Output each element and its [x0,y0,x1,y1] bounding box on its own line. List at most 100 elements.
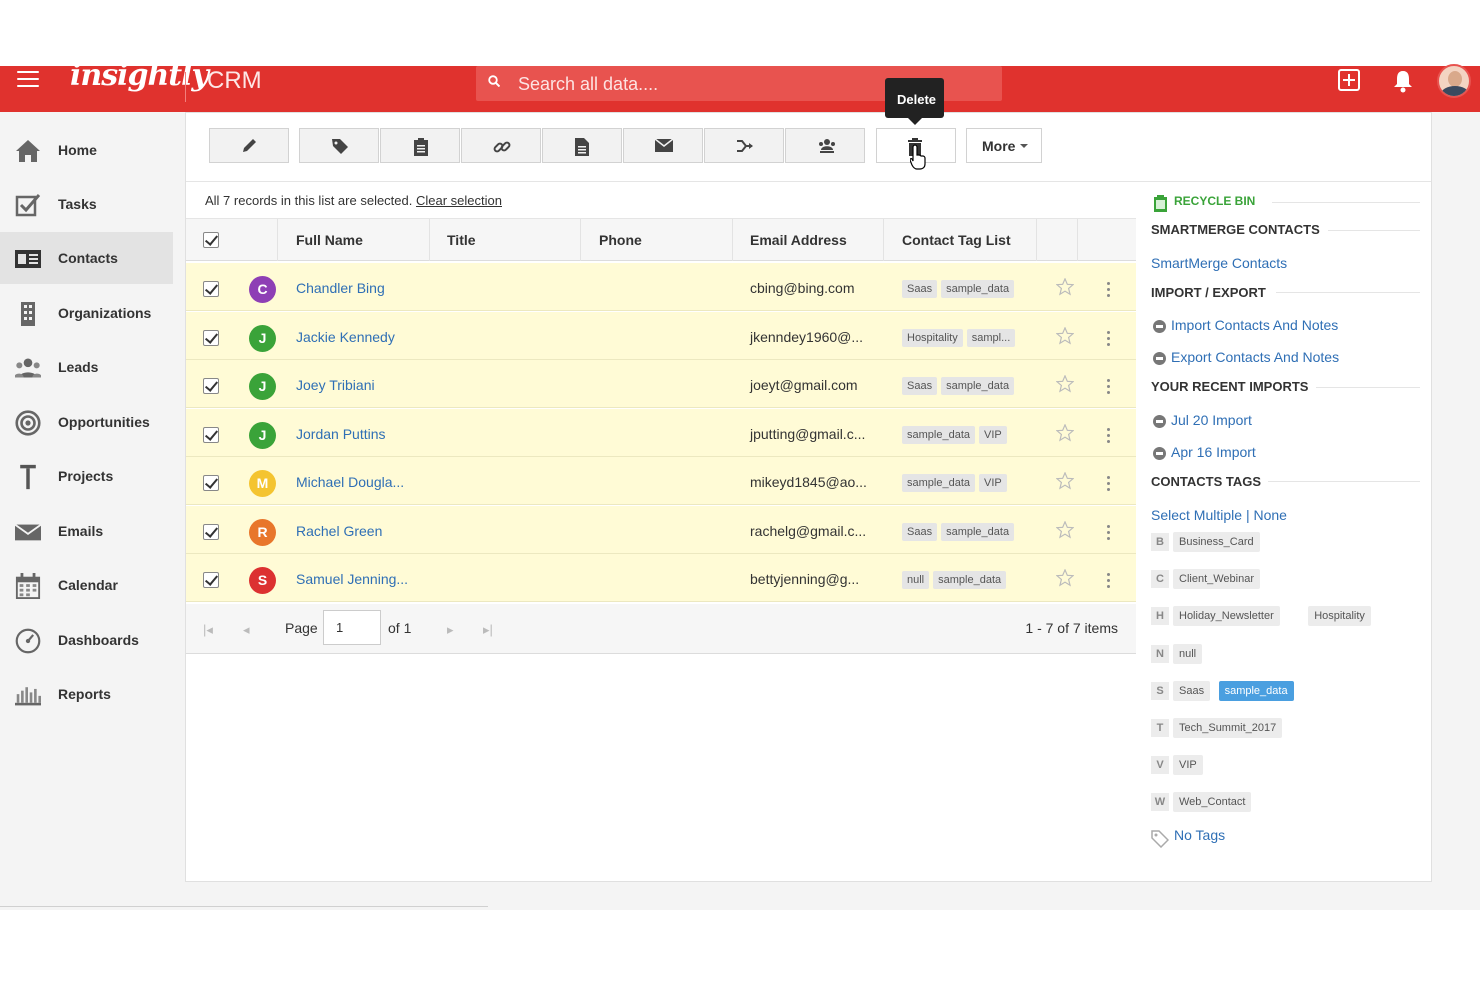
sidebar-item-dashboards[interactable]: Dashboards [0,614,173,666]
row-checkbox[interactable] [203,572,219,588]
sidebar-item-opportunities[interactable]: Opportunities [0,396,173,448]
row-checkbox[interactable] [203,426,219,443]
column-header-full-name[interactable]: Full Name [296,232,363,248]
group-button[interactable] [785,128,865,163]
star-icon[interactable] [1056,375,1074,393]
star-icon[interactable] [1056,278,1074,296]
filter-tag[interactable]: VIP [1173,755,1203,776]
table-row[interactable]: M Michael Dougla... mikeyd1845@ao... sample… [186,457,1136,505]
contact-tag[interactable]: Hospitality [902,328,963,347]
contact-tag[interactable]: sampl... [966,328,1016,347]
contact-tag[interactable]: null [902,571,930,589]
edit-button[interactable] [209,128,289,163]
contact-tag[interactable]: sample_data [933,571,1007,589]
contact-name-link[interactable]: Joey Tribiani [296,377,375,393]
table-row[interactable]: C Chandler Bing cbing@bing.com Saas sample_d… [186,263,1136,311]
insightly-logo[interactable]: insightly [70,58,209,93]
prev-page-icon[interactable]: ◂ [243,622,250,638]
row-checkbox[interactable] [203,329,219,346]
more-dropdown-button[interactable]: More [966,128,1042,163]
column-header-tags[interactable]: Contact Tag List [902,232,1011,248]
recent-import-jul20-link[interactable]: Jul 20 Import [1171,412,1252,428]
row-menu-icon[interactable] [1107,476,1111,494]
contact-tag[interactable]: sample_data [941,377,1015,395]
filter-tag[interactable]: Web_Contact [1173,792,1252,813]
contact-tag[interactable]: VIP [979,425,1007,444]
contact-tag[interactable]: sample_data [941,280,1015,298]
contact-tag[interactable]: Saas [902,377,938,395]
contact-tag[interactable]: Saas [902,280,938,298]
contact-tag[interactable]: Saas [902,522,938,541]
contact-tag[interactable]: sample_data [902,425,975,444]
tag-button[interactable] [299,128,379,163]
row-checkbox[interactable] [203,378,219,394]
table-row[interactable]: J Jordan Puttins jputting@gmail.c... sample… [186,408,1136,457]
merge-button[interactable] [704,128,784,163]
sidebar-item-tasks[interactable]: Tasks [0,178,173,230]
first-page-icon[interactable]: |◂ [203,622,213,638]
smartmerge-contacts-link[interactable]: SmartMerge Contacts [1151,255,1287,271]
contact-tag[interactable]: sample_data [902,474,975,492]
document-button[interactable] [542,128,622,163]
contact-name-link[interactable]: Michael Dougla... [296,474,404,490]
contact-tag[interactable]: VIP [979,474,1007,492]
sidebar-item-leads[interactable]: Leads [0,341,173,393]
filter-tag[interactable]: Saas [1173,680,1211,701]
row-menu-icon[interactable] [1107,282,1111,300]
filter-tag[interactable]: sample_data [1218,680,1294,701]
contact-name-link[interactable]: Jackie Kennedy [296,329,395,345]
row-checkbox[interactable] [203,281,219,297]
row-menu-icon[interactable] [1107,330,1111,349]
sidebar-item-contacts[interactable]: Contacts [0,232,173,284]
page-number-input[interactable] [323,610,381,645]
filter-tag[interactable]: Tech_Summit_2017 [1173,718,1283,738]
last-page-icon[interactable]: ▸| [483,622,493,638]
sidebar-item-home[interactable]: Home [0,124,173,176]
recycle-bin-link[interactable]: RECYCLE BIN [1174,194,1255,208]
import-contacts-link[interactable]: Import Contacts And Notes [1171,317,1338,333]
sidebar-item-calendar[interactable]: Calendar [0,559,173,611]
table-row[interactable]: S Samuel Jenning... bettyjenning@g... null s… [186,554,1136,602]
recent-import-apr16-link[interactable]: Apr 16 Import [1171,444,1256,460]
star-icon[interactable] [1056,472,1074,490]
star-icon[interactable] [1056,326,1074,345]
select-multiple-link[interactable]: Select Multiple [1151,507,1242,523]
filter-tag[interactable]: Holiday_Newsletter [1173,606,1280,627]
no-tags-link[interactable]: No Tags [1174,827,1225,843]
filter-tag[interactable]: Hospitality [1308,606,1371,627]
row-checkbox[interactable] [203,523,219,540]
sidebar-item-reports[interactable]: Reports [0,668,173,720]
filter-tag[interactable]: Client_Webinar [1173,569,1261,590]
sidebar-item-emails[interactable]: Emails [0,505,173,557]
user-avatar[interactable] [1437,64,1471,98]
row-checkbox[interactable] [203,475,219,491]
filter-tag[interactable]: Business_Card [1173,532,1260,552]
star-icon[interactable] [1056,423,1074,442]
row-menu-icon[interactable] [1107,427,1111,446]
export-contacts-link[interactable]: Export Contacts And Notes [1171,349,1339,365]
clear-selection-link[interactable]: Clear selection [416,193,502,208]
table-row[interactable]: J Joey Tribiani joeyt@gmail.com Saas sample_… [186,360,1136,408]
row-menu-icon[interactable] [1107,573,1111,591]
link-button[interactable] [461,128,541,163]
select-none-link[interactable]: None [1253,507,1286,523]
table-row[interactable]: R Rachel Green rachelg@gmail.c... Saas sampl… [186,505,1136,554]
clipboard-button[interactable] [380,128,460,163]
horizontal-scrollbar[interactable] [0,906,488,907]
column-header-phone[interactable]: Phone [599,232,642,248]
star-icon[interactable] [1056,520,1074,539]
contact-name-link[interactable]: Samuel Jenning... [296,571,408,587]
hamburger-menu-icon[interactable] [17,71,39,87]
row-menu-icon[interactable] [1107,524,1111,543]
next-page-icon[interactable]: ▸ [447,622,454,638]
add-new-icon[interactable] [1338,69,1360,91]
notification-bell-icon[interactable] [1392,69,1414,93]
contact-tag[interactable]: sample_data [941,522,1015,541]
row-menu-icon[interactable] [1107,379,1111,397]
sidebar-item-projects[interactable]: Projects [0,450,173,502]
star-icon[interactable] [1056,569,1074,587]
contact-name-link[interactable]: Jordan Puttins [296,426,386,442]
column-header-title[interactable]: Title [447,232,476,248]
select-all-checkbox[interactable] [203,232,219,248]
contact-name-link[interactable]: Rachel Green [296,523,382,539]
